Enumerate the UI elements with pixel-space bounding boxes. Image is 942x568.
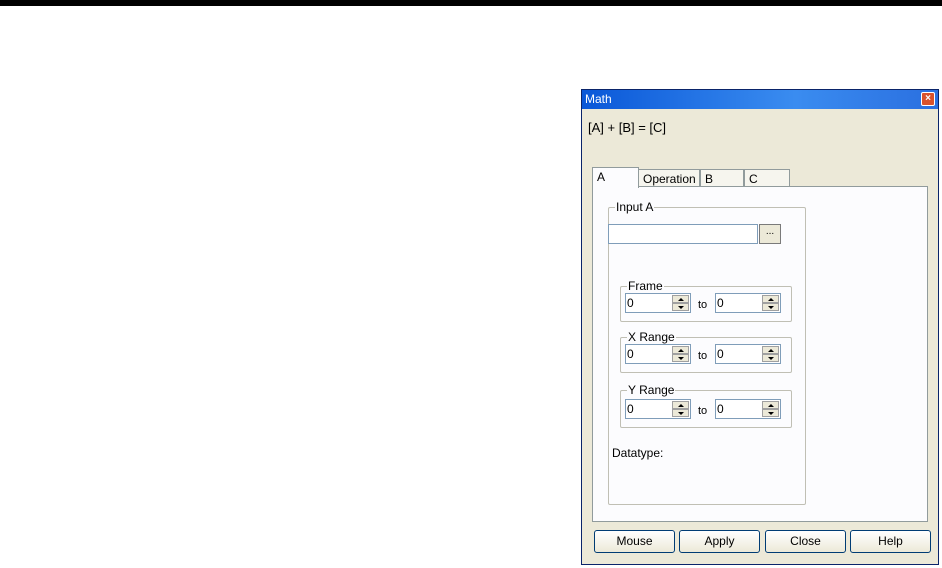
x-range-group-label: X Range [627, 330, 676, 344]
arrow-down-icon[interactable] [762, 354, 779, 362]
y-range-group-label: Y Range [627, 383, 676, 397]
x-range-to-spinbox[interactable] [715, 344, 781, 364]
y-range-from-input[interactable] [627, 401, 671, 417]
arrow-down-icon[interactable] [672, 303, 689, 311]
tab-c[interactable]: C [744, 169, 790, 187]
x-range-to-label: to [698, 350, 708, 362]
frame-to-label: to [698, 299, 708, 311]
x-range-to-input[interactable] [717, 346, 761, 362]
arrow-up-icon[interactable] [672, 295, 689, 303]
tab-operation[interactable]: Operation [638, 169, 700, 187]
close-window-button[interactable]: × [921, 92, 935, 106]
formula-label: [A] + [B] = [C] [588, 120, 667, 135]
close-icon: × [925, 93, 931, 104]
y-range-to-spinbox[interactable] [715, 399, 781, 419]
title-bar[interactable]: Math × [582, 90, 938, 109]
tab-b[interactable]: B [700, 169, 744, 187]
arrow-up-icon[interactable] [762, 346, 779, 354]
input-a-path-field[interactable] [608, 224, 758, 244]
y-range-to-input[interactable] [717, 401, 761, 417]
browse-button[interactable]: ... [759, 224, 781, 244]
close-button[interactable]: Close [765, 530, 846, 553]
screen-top-bar [0, 0, 942, 6]
arrow-up-icon[interactable] [672, 401, 689, 409]
frame-group-label: Frame [627, 279, 664, 293]
apply-button[interactable]: Apply [679, 530, 760, 553]
arrow-up-icon[interactable] [762, 295, 779, 303]
tab-a[interactable]: A [592, 167, 639, 188]
math-dialog: Math × [A] + [B] = [C] A Operation B C I… [581, 89, 939, 565]
mouse-button[interactable]: Mouse [594, 530, 675, 553]
arrow-down-icon[interactable] [672, 354, 689, 362]
arrow-up-icon[interactable] [672, 346, 689, 354]
input-a-group-label: Input A [615, 200, 655, 214]
x-range-from-input[interactable] [627, 346, 671, 362]
arrow-up-icon[interactable] [762, 401, 779, 409]
y-range-from-spinbox[interactable] [625, 399, 691, 419]
x-range-from-spinbox[interactable] [625, 344, 691, 364]
arrow-down-icon[interactable] [762, 303, 779, 311]
window-title: Math [585, 92, 612, 106]
frame-to-input[interactable] [717, 295, 761, 311]
frame-from-input[interactable] [627, 295, 671, 311]
arrow-down-icon[interactable] [762, 409, 779, 417]
frame-from-spinbox[interactable] [625, 293, 691, 313]
datatype-label: Datatype: [612, 446, 664, 460]
arrow-down-icon[interactable] [672, 409, 689, 417]
frame-to-spinbox[interactable] [715, 293, 781, 313]
y-range-to-label: to [698, 405, 708, 417]
help-button[interactable]: Help [850, 530, 931, 553]
